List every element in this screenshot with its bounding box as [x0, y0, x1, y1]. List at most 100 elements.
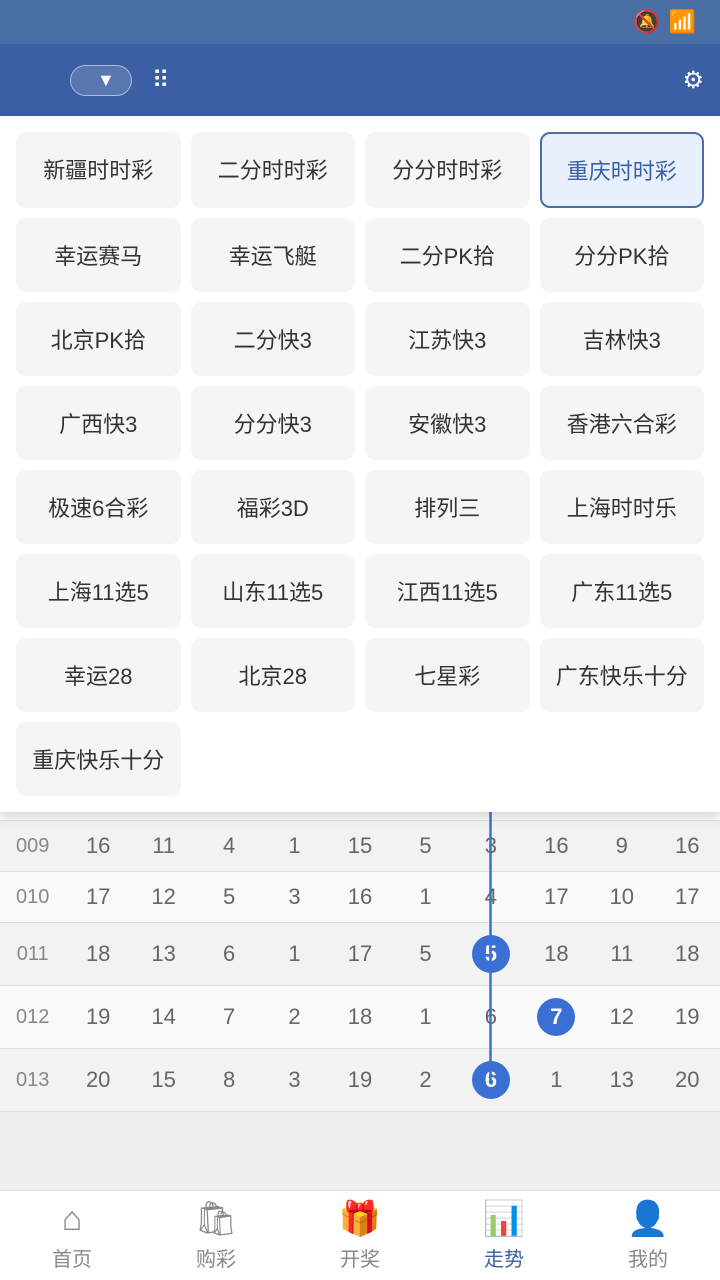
lottery-item-1[interactable]: 二分时时彩: [191, 132, 356, 208]
cell-2: 8: [196, 1049, 261, 1112]
top-nav: ▼ ⠿ ⚙: [0, 44, 720, 116]
lottery-item-3[interactable]: 重庆时时彩: [540, 132, 705, 208]
lottery-item-27[interactable]: 广东快乐十分: [540, 638, 705, 712]
cell-9: 18: [655, 923, 720, 986]
lottery-item-11[interactable]: 吉林快3: [540, 302, 705, 376]
cell-1: 11: [131, 821, 196, 872]
lottery-item-15[interactable]: 香港六合彩: [540, 386, 705, 460]
cell-5: 2: [393, 1049, 458, 1112]
bottom-nav: ⌂ 首页 🛍购彩 🎁 开奖 📊 走势 👤我的: [0, 1190, 720, 1280]
lottery-item-5[interactable]: 幸运飞艇: [191, 218, 356, 292]
row-id: 010: [0, 872, 65, 923]
lottery-item-26[interactable]: 七星彩: [365, 638, 530, 712]
tab-buy[interactable]: 🛍购彩: [144, 1191, 288, 1280]
cell-8: 11: [589, 923, 654, 986]
tab-mine[interactable]: 👤我的: [576, 1191, 720, 1280]
chevron-down-icon: ▼: [97, 70, 115, 91]
lottery-item-4[interactable]: 幸运赛马: [16, 218, 181, 292]
cell-3: 3: [262, 1049, 327, 1112]
lottery-item-13[interactable]: 分分快3: [191, 386, 356, 460]
lottery-item-0[interactable]: 新疆时时彩: [16, 132, 181, 208]
lottery-label: 开奖: [340, 1243, 380, 1272]
play-dropdown[interactable]: ▼: [70, 65, 132, 96]
cell-0: 18: [65, 923, 130, 986]
wifi-icon: 📶: [669, 9, 696, 35]
tab-trend[interactable]: 📊 走势: [432, 1191, 576, 1280]
cell-0: 20: [65, 1049, 130, 1112]
cell-6: 5: [458, 923, 523, 986]
cell-7: 7: [524, 986, 589, 1049]
lottery-item-7[interactable]: 分分PK拾: [540, 218, 705, 292]
status-bar: 🔕 📶: [0, 0, 720, 44]
cell-7: 18: [524, 923, 589, 986]
cell-0: 17: [65, 872, 130, 923]
lottery-item-17[interactable]: 福彩3D: [191, 470, 356, 544]
cell-0: 16: [65, 821, 130, 872]
cell-9: 16: [655, 821, 720, 872]
table-row: 0111813611755181118: [0, 923, 720, 986]
cell-4: 15: [327, 821, 392, 872]
home-label: 首页: [52, 1243, 92, 1272]
cell-7: 17: [524, 872, 589, 923]
cell-3: 1: [262, 923, 327, 986]
trend-icon: 📊: [483, 1199, 525, 1239]
cell-8: 9: [589, 821, 654, 872]
lottery-item-8[interactable]: 北京PK拾: [16, 302, 181, 376]
lottery-item-10[interactable]: 江苏快3: [365, 302, 530, 376]
tab-lottery[interactable]: 🎁 开奖: [288, 1191, 432, 1280]
cell-4: 18: [327, 986, 392, 1049]
lottery-item-19[interactable]: 上海时时乐: [540, 470, 705, 544]
gear-icon: ⚙: [682, 66, 704, 95]
lottery-item-23[interactable]: 广东11选5: [540, 554, 705, 628]
cell-2: 4: [196, 821, 261, 872]
cell-7: 16: [524, 821, 589, 872]
cell-2: 7: [196, 986, 261, 1049]
home-icon: ⌂: [62, 1200, 83, 1239]
tab-home[interactable]: ⌂ 首页: [0, 1191, 144, 1280]
row-id: 009: [0, 821, 65, 872]
trend-label: 走势: [484, 1243, 524, 1272]
helper-button[interactable]: ⚙: [682, 66, 708, 95]
cell-9: 19: [655, 986, 720, 1049]
cell-4: 19: [327, 1049, 392, 1112]
table-row: 009161141155316916: [0, 821, 720, 872]
row-id: 013: [0, 1049, 65, 1112]
lottery-item-21[interactable]: 山东11选5: [191, 554, 356, 628]
cell-3: 1: [262, 821, 327, 872]
cell-6: 3: [458, 821, 523, 872]
lottery-item-14[interactable]: 安徽快3: [365, 386, 530, 460]
lottery-item-22[interactable]: 江西11选5: [365, 554, 530, 628]
notification-icon: 🔕: [633, 9, 660, 35]
table-row: 0101712531614171017: [0, 872, 720, 923]
status-icons: 🔕 📶: [633, 9, 704, 35]
cell-6: 6: [458, 1049, 523, 1112]
cell-5: 5: [393, 923, 458, 986]
grid-icon: ⠿: [152, 66, 170, 95]
cell-0: 19: [65, 986, 130, 1049]
lottery-item-24[interactable]: 幸运28: [16, 638, 181, 712]
lottery-item-16[interactable]: 极速6合彩: [16, 470, 181, 544]
cell-6: 6: [458, 986, 523, 1049]
cell-4: 16: [327, 872, 392, 923]
lottery-item-9[interactable]: 二分快3: [191, 302, 356, 376]
cell-1: 13: [131, 923, 196, 986]
cell-3: 2: [262, 986, 327, 1049]
cell-4: 17: [327, 923, 392, 986]
back-button[interactable]: [12, 72, 28, 88]
lottery-item-2[interactable]: 分分时时彩: [365, 132, 530, 208]
lottery-item-28[interactable]: 重庆快乐十分: [16, 722, 181, 796]
lottery-button[interactable]: ⠿: [152, 66, 174, 95]
cell-6: 4: [458, 872, 523, 923]
lottery-item-18[interactable]: 排列三: [365, 470, 530, 544]
lottery-item-12[interactable]: 广西快3: [16, 386, 181, 460]
lottery-item-6[interactable]: 二分PK拾: [365, 218, 530, 292]
lottery-item-20[interactable]: 上海11选5: [16, 554, 181, 628]
cell-8: 13: [589, 1049, 654, 1112]
lottery-item-25[interactable]: 北京28: [191, 638, 356, 712]
row-id: 012: [0, 986, 65, 1049]
cell-5: 5: [393, 821, 458, 872]
cell-8: 12: [589, 986, 654, 1049]
cell-8: 10: [589, 872, 654, 923]
buy-icon: 🛍: [194, 1199, 237, 1239]
lottery-icon: 🎁: [339, 1199, 381, 1239]
